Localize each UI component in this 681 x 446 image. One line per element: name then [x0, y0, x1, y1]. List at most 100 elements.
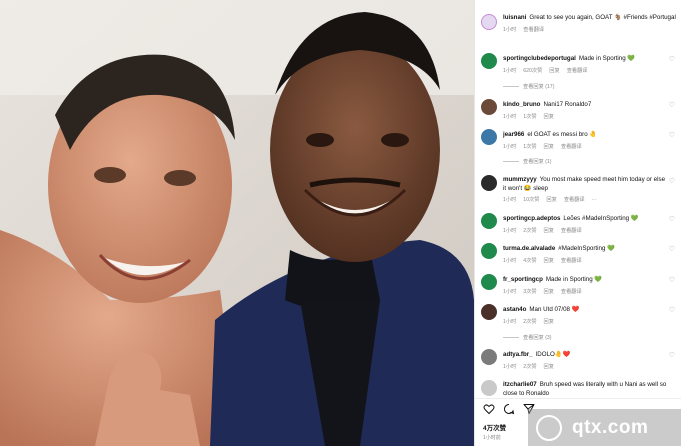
comment-username[interactable]: astan4o [503, 306, 526, 313]
heart-icon[interactable] [483, 403, 495, 415]
comment-item: jear966 el GOAT es messi bro 🤚 1小时 1次赞 回复 查看… [481, 129, 677, 150]
comment-time: 1小时 [503, 318, 517, 325]
comment-text: Made in Sporting 💚 [545, 276, 603, 283]
comment-likes[interactable]: 2次赞 [523, 319, 536, 325]
comment-username[interactable]: mummzyyy [503, 176, 537, 183]
translate-link[interactable]: 查看翻译 [567, 68, 588, 74]
comment-time: 1小时 [503, 67, 517, 74]
view-replies[interactable]: 查看回复 (17) [503, 83, 554, 90]
divider [475, 398, 681, 399]
avatar[interactable] [481, 243, 497, 259]
comment-likes[interactable]: 620次赞 [523, 68, 542, 74]
caption-text: Great to see you again, GOAT 🐐 #Friends … [529, 14, 676, 21]
comment-text: Made in Sporting 💚 [578, 55, 636, 62]
comment-time: 1小时 [503, 143, 517, 150]
comment-item: itzcharlie07 Bruh speed was literally wit… [481, 380, 677, 398]
comment-item: sportingcp.adeptos Leões #MadeInSporting … [481, 213, 677, 234]
reply-button[interactable]: 回复 [544, 228, 554, 234]
reply-button[interactable]: 回复 [544, 364, 554, 370]
avatar[interactable] [481, 380, 497, 396]
comment-username[interactable]: jear966 [503, 131, 524, 138]
watermark-text: qtx.com [572, 416, 649, 438]
avatar[interactable] [481, 53, 497, 69]
heart-outline-icon[interactable]: ♡ [669, 245, 675, 253]
view-replies[interactable]: 查看回复 (1) [503, 158, 552, 165]
translate-link[interactable]: 查看翻译 [561, 144, 582, 150]
comment-time: 1小时 [503, 363, 517, 370]
avatar[interactable] [481, 175, 497, 191]
post-photo [0, 0, 474, 446]
comment-username[interactable]: sportingclubedeportugal [503, 55, 576, 62]
view-replies-label: 查看回复 (1) [523, 159, 552, 165]
avatar[interactable] [481, 349, 497, 365]
comment-text: #MadeInSporting 💚 [558, 245, 615, 252]
comment-likes[interactable]: 4次赞 [523, 258, 536, 264]
avatar[interactable] [481, 99, 497, 115]
comment-text: Nani17 Ronaldo7 [543, 101, 592, 108]
avatar[interactable] [481, 274, 497, 290]
comment-item: adtya.fbr_ IDOLO🤚❤️ 1小时 2次赞 回复 ♡ [481, 349, 677, 370]
more-options-icon[interactable]: ··· [592, 197, 597, 203]
heart-outline-icon[interactable]: ♡ [669, 177, 675, 185]
view-replies-label: 查看回复 (17) [523, 84, 555, 90]
heart-outline-icon[interactable]: ♡ [669, 306, 675, 314]
comment-likes[interactable]: 1次赞 [523, 144, 536, 150]
reply-button[interactable]: 回复 [544, 258, 554, 264]
comment-item: kindo_bruno Nani17 Ronaldo7 1小时 1次赞 回复 ♡ [481, 99, 677, 120]
reply-button[interactable]: 回复 [546, 197, 556, 203]
comment-username[interactable]: kindo_bruno [503, 101, 540, 108]
reply-button[interactable]: 回复 [544, 319, 554, 325]
comment-username[interactable]: adtya.fbr_ [503, 351, 533, 358]
reply-button[interactable]: 回复 [549, 68, 559, 74]
comment-likes[interactable]: 2次赞 [523, 228, 536, 234]
translate-link[interactable]: 查看翻译 [564, 197, 585, 203]
comment-icon[interactable] [503, 403, 515, 415]
comment-likes[interactable]: 10次赞 [523, 197, 539, 203]
avatar[interactable] [481, 14, 497, 30]
comment-time: 1小时 [503, 113, 517, 120]
comment-item: astan4o Man Utd 07/08 ❤️ 1小时 2次赞 回复 ♡ [481, 304, 677, 325]
heart-outline-icon[interactable]: ♡ [669, 131, 675, 139]
comment-item: fr_sportingcp Made in Sporting 💚 1小时 3次赞 回复… [481, 274, 677, 295]
caption-time: 1小时 [503, 26, 517, 33]
view-replies-label: 查看回复 (3) [523, 335, 552, 341]
comment-time: 1小时 [503, 197, 517, 204]
comment-time: 1小时 [503, 227, 517, 234]
heart-outline-icon[interactable]: ♡ [669, 276, 675, 284]
photo-illustration [0, 0, 474, 446]
comment-item: mummzyyy You most make speed meet him tod… [481, 175, 677, 203]
reply-button[interactable]: 回复 [544, 289, 554, 295]
comment-username[interactable]: fr_sportingcp [503, 276, 543, 283]
likes-count[interactable]: 4万次赞 [483, 422, 506, 432]
comment-text: Leões #MadeInSporting 💚 [563, 215, 639, 222]
comment-item: sportingclubedeportugal Made in Sporting … [481, 53, 677, 74]
reply-button[interactable]: 回复 [544, 144, 554, 150]
comment-likes[interactable]: 1次赞 [523, 114, 536, 120]
post-caption: luisnani Great to see you again, GOAT 🐐 #… [481, 14, 677, 33]
heart-outline-icon[interactable]: ♡ [669, 101, 675, 109]
avatar[interactable] [481, 129, 497, 145]
heart-outline-icon[interactable]: ♡ [669, 351, 675, 359]
watermark: qtx.com [528, 409, 681, 446]
comment-text: Man Utd 07/08 ❤️ [529, 306, 580, 313]
comment-text: el GOAT es messi bro 🤚 [527, 131, 598, 138]
caption-username[interactable]: luisnani [503, 14, 526, 21]
comment-username[interactable]: itzcharlie07 [503, 381, 537, 388]
comment-likes[interactable]: 3次赞 [523, 289, 536, 295]
heart-outline-icon[interactable]: ♡ [669, 215, 675, 223]
comment-panel: luisnani Great to see you again, GOAT 🐐 #… [474, 0, 681, 446]
translate-link[interactable]: 查看翻译 [561, 228, 582, 234]
avatar[interactable] [481, 213, 497, 229]
comment-username[interactable]: sportingcp.adeptos [503, 215, 560, 222]
translate-link[interactable]: 查看翻译 [523, 27, 544, 33]
translate-link[interactable]: 查看翻译 [561, 289, 582, 295]
comment-likes[interactable]: 2次赞 [523, 364, 536, 370]
translate-link[interactable]: 查看翻译 [561, 258, 582, 264]
view-replies[interactable]: 查看回复 (3) [503, 334, 552, 341]
comment-item: turma.de.alvalade #MadeInSporting 💚 1小时 4次… [481, 243, 677, 264]
avatar[interactable] [481, 304, 497, 320]
watermark-logo-icon [536, 414, 562, 441]
heart-outline-icon[interactable]: ♡ [669, 55, 675, 63]
comment-username[interactable]: turma.de.alvalade [503, 245, 555, 252]
reply-button[interactable]: 回复 [544, 114, 554, 120]
